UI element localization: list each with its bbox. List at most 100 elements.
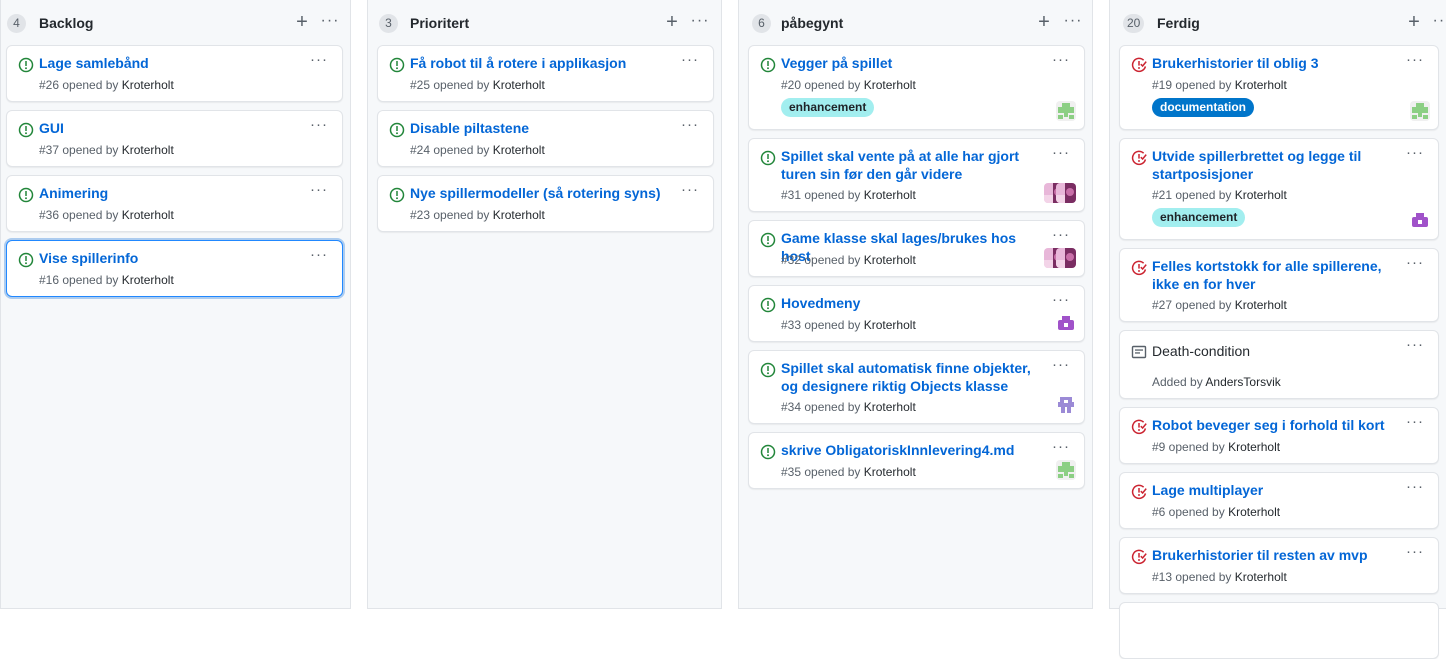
card-menu-button[interactable]: ···	[1406, 145, 1424, 161]
label-enhancement[interactable]: enhancement	[1152, 208, 1246, 227]
issue-title[interactable]: Spillet skal vente på at alle har gjort …	[781, 148, 1040, 183]
column-menu-button[interactable]: ···	[1431, 10, 1446, 34]
issue-author[interactable]: Kroterholt	[1235, 78, 1287, 92]
card-menu-button[interactable]: ···	[1052, 145, 1070, 161]
issue-card[interactable]: Disable piltastene #24 opened by Kroterh…	[377, 110, 714, 167]
card-menu-button[interactable]: ···	[310, 247, 328, 263]
card-menu-button[interactable]: ···	[1406, 337, 1424, 353]
issue-card[interactable]: Utvide spillerbrettet og legge til start…	[1119, 138, 1439, 240]
issue-title[interactable]: Nye spillermodeller (så rotering syns)	[410, 185, 669, 203]
issue-title[interactable]: Spillet skal automatisk finne objekter, …	[781, 360, 1040, 395]
card-menu-button[interactable]: ···	[681, 52, 699, 68]
card-menu-button[interactable]: ···	[310, 117, 328, 133]
issue-card[interactable]: skrive ObligatoriskInnlevering4.md #35 o…	[748, 432, 1085, 489]
issue-author[interactable]: Kroterholt	[1228, 505, 1280, 519]
issue-title[interactable]: Vise spillerinfo	[39, 250, 298, 268]
assignee-avatar[interactable]	[1056, 183, 1076, 203]
assignee-avatar[interactable]	[1410, 101, 1430, 121]
issue-card[interactable]: Spillet skal vente på at alle har gjort …	[748, 138, 1085, 212]
add-card-button[interactable]: +	[662, 10, 682, 34]
issue-title[interactable]: Få robot til å rotere i applikasjon	[410, 55, 669, 73]
issue-author[interactable]: Kroterholt	[864, 78, 916, 92]
issue-card[interactable]: Lage multiplayer #6 opened by Kroterholt…	[1119, 472, 1439, 529]
issue-author[interactable]: Kroterholt	[122, 78, 174, 92]
issue-author[interactable]: Kroterholt	[864, 400, 916, 414]
card-menu-button[interactable]: ···	[1406, 255, 1424, 271]
issue-card[interactable]: Game klasse skal lages/brukes hos host #…	[748, 220, 1085, 277]
card-menu-button[interactable]: ···	[1406, 544, 1424, 560]
issue-card[interactable]: Felles kortstokk for alle spillerene, ik…	[1119, 248, 1439, 322]
issue-card[interactable]: Nye spillermodeller (så rotering syns) #…	[377, 175, 714, 232]
issue-author[interactable]: Kroterholt	[864, 188, 916, 202]
issue-author[interactable]: Kroterholt	[864, 465, 916, 479]
assignee-avatar[interactable]	[1056, 395, 1076, 415]
issue-author[interactable]: Kroterholt	[493, 143, 545, 157]
issue-title[interactable]: Animering	[39, 185, 298, 203]
issue-title[interactable]: Felles kortstokk for alle spillerene, ik…	[1152, 258, 1394, 293]
issue-card-selected[interactable]: Vise spillerinfo #16 opened by Kroterhol…	[6, 240, 343, 297]
issue-title[interactable]: Lage samlebånd	[39, 55, 298, 73]
card-menu-button[interactable]: ···	[1052, 227, 1070, 243]
issue-title[interactable]: skrive ObligatoriskInnlevering4.md	[781, 442, 1040, 460]
card-menu-button[interactable]: ···	[1052, 357, 1070, 373]
issue-author[interactable]: Kroterholt	[122, 273, 174, 287]
issue-author[interactable]: Kroterholt	[1235, 298, 1287, 312]
issue-number: #27 opened by	[1152, 298, 1232, 312]
issue-title[interactable]: GUI	[39, 120, 298, 138]
issue-card[interactable]: Hovedmeny #33 opened by Kroterholt ···	[748, 285, 1085, 342]
issue-author[interactable]: Kroterholt	[1235, 188, 1287, 202]
assignee-avatar[interactable]	[1056, 313, 1076, 333]
issue-card[interactable]: Få robot til å rotere i applikasjon #25 …	[377, 45, 714, 102]
issue-author[interactable]: Kroterholt	[493, 78, 545, 92]
card-menu-button[interactable]: ···	[310, 52, 328, 68]
issue-author[interactable]: Kroterholt	[864, 318, 916, 332]
issue-title[interactable]: Disable piltastene	[410, 120, 669, 138]
column-menu-button[interactable]: ···	[689, 10, 711, 34]
card-menu-button[interactable]: ···	[1052, 439, 1070, 455]
issue-card[interactable]: Brukerhistorier til oblig 3 #19 opened b…	[1119, 45, 1439, 130]
issue-title[interactable]: Hovedmeny	[781, 295, 1040, 313]
issue-title[interactable]: Vegger på spillet	[781, 55, 1040, 73]
card-menu-button[interactable]: ···	[1052, 292, 1070, 308]
note-card[interactable]: Death-condition Added by AndersTorsvik ·…	[1119, 330, 1439, 399]
issue-author[interactable]: Kroterholt	[493, 208, 545, 222]
issue-card[interactable]: Brukerhistorier til resten av mvp #13 op…	[1119, 537, 1439, 594]
issue-author[interactable]: Kroterholt	[1228, 440, 1280, 454]
card-menu-button[interactable]: ···	[681, 117, 699, 133]
issue-card[interactable]: Robot beveger seg i forhold til kort #9 …	[1119, 407, 1439, 464]
issue-author[interactable]: Kroterholt	[122, 143, 174, 157]
issue-card[interactable]: Lage samlebånd #26 opened by Kroterholt …	[6, 45, 343, 102]
assignee-avatar[interactable]	[1056, 248, 1076, 268]
card-menu-button[interactable]: ···	[1406, 479, 1424, 495]
card-menu-button[interactable]: ···	[310, 182, 328, 198]
note-text[interactable]: Death-condition	[1152, 343, 1394, 361]
column-menu-button[interactable]: ···	[319, 10, 341, 34]
issue-card[interactable]: Spillet skal automatisk finne objekter, …	[748, 350, 1085, 424]
issue-author[interactable]: Kroterholt	[864, 253, 916, 267]
issue-card-partial[interactable]	[1119, 602, 1439, 659]
card-menu-button[interactable]: ···	[1406, 52, 1424, 68]
column-menu-button[interactable]: ···	[1062, 10, 1084, 34]
issue-author[interactable]: Kroterholt	[122, 208, 174, 222]
assignee-avatar[interactable]	[1410, 210, 1430, 230]
label-enhancement[interactable]: enhancement	[781, 98, 875, 117]
issue-author[interactable]: Kroterholt	[1235, 570, 1287, 584]
card-menu-button[interactable]: ···	[681, 182, 699, 198]
add-card-button[interactable]: +	[292, 10, 312, 34]
issue-title[interactable]: Lage multiplayer	[1152, 482, 1394, 500]
note-author[interactable]: AndersTorsvik	[1205, 375, 1280, 389]
add-card-button[interactable]: +	[1034, 10, 1054, 34]
issue-card[interactable]: Animering #36 opened by Kroterholt ···	[6, 175, 343, 232]
issue-title[interactable]: Utvide spillerbrettet og legge til start…	[1152, 148, 1394, 183]
add-card-button[interactable]: +	[1404, 10, 1424, 34]
assignee-avatar[interactable]	[1056, 460, 1076, 480]
card-menu-button[interactable]: ···	[1406, 414, 1424, 430]
assignee-avatar[interactable]	[1056, 101, 1076, 121]
card-menu-button[interactable]: ···	[1052, 52, 1070, 68]
issue-card[interactable]: GUI #37 opened by Kroterholt ···	[6, 110, 343, 167]
issue-title[interactable]: Robot beveger seg i forhold til kort	[1152, 417, 1394, 435]
label-documentation[interactable]: documentation	[1152, 98, 1254, 117]
issue-title[interactable]: Brukerhistorier til oblig 3	[1152, 55, 1394, 73]
issue-title[interactable]: Brukerhistorier til resten av mvp	[1152, 547, 1394, 565]
issue-card[interactable]: Vegger på spillet #20 opened by Kroterho…	[748, 45, 1085, 130]
